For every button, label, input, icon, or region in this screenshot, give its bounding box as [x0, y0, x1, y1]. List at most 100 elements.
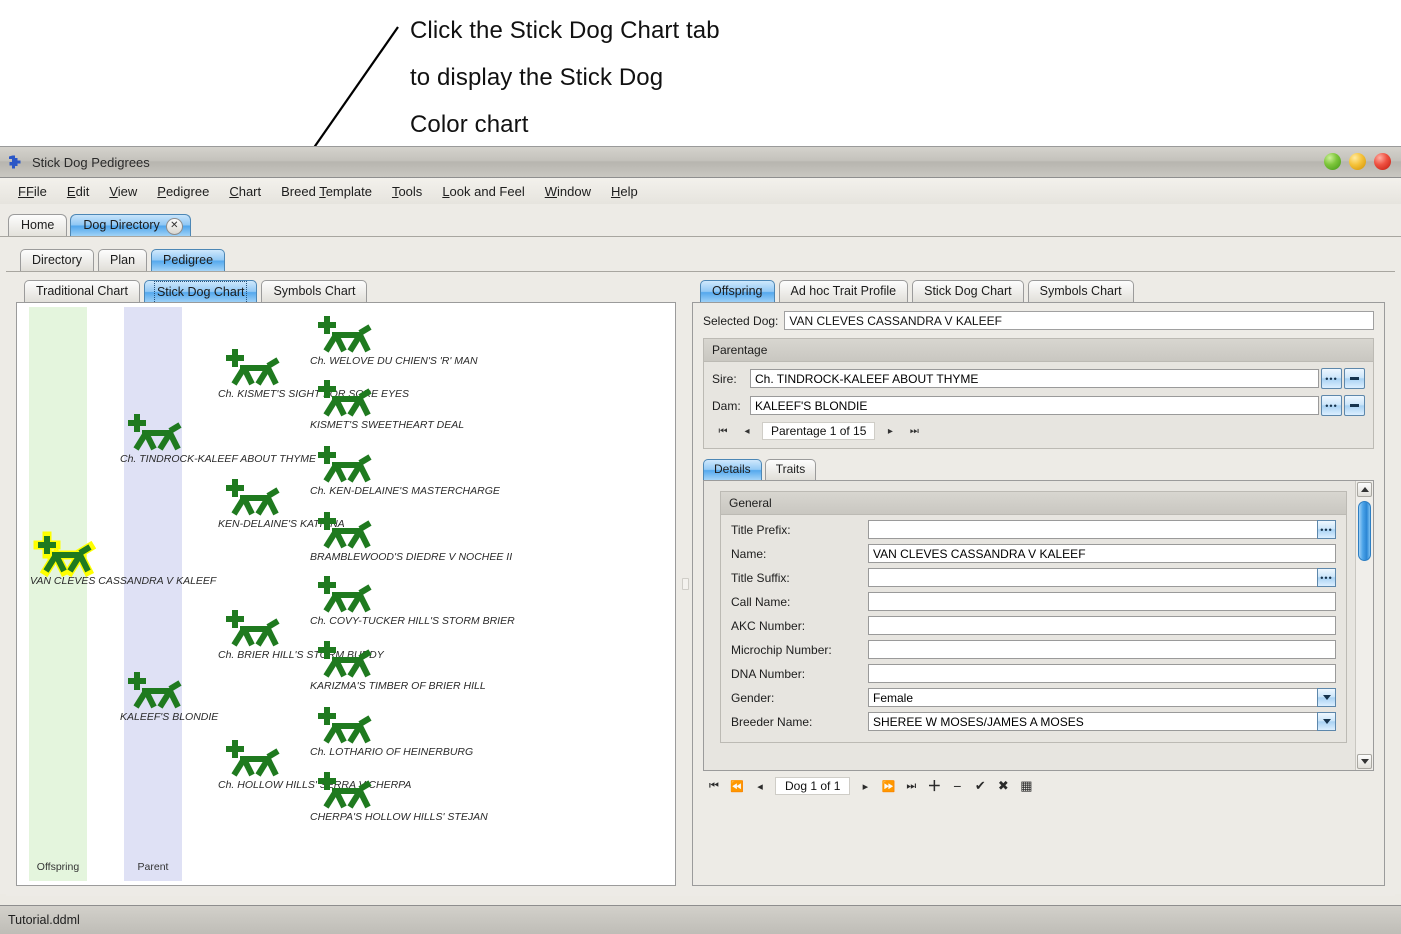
- general-field-input[interactable]: VAN CLEVES CASSANDRA V KALEEF: [868, 544, 1336, 563]
- field-browse-button[interactable]: •••: [1317, 520, 1336, 539]
- field-browse-button[interactable]: •••: [1317, 568, 1336, 587]
- details-vertical-scrollbar[interactable]: [1355, 481, 1373, 770]
- general-field-input[interactable]: [868, 568, 1318, 587]
- stick-dog-node[interactable]: KARIZMA'S TIMBER OF BRIER HILL: [310, 636, 378, 687]
- tab-traditional-chart[interactable]: Traditional Chart: [24, 280, 140, 303]
- stick-dog-node[interactable]: Ch. WELOVE DU CHIEN'S 'R' MAN: [310, 311, 378, 362]
- tab-symbols-chart[interactable]: Symbols Chart: [261, 280, 367, 303]
- tab-ad-hoc-trait-profile[interactable]: Ad hoc Trait Profile: [779, 280, 909, 303]
- chevron-down-icon[interactable]: [1317, 712, 1336, 731]
- record-commit-button[interactable]: ✔: [969, 777, 991, 795]
- split-divider[interactable]: [676, 280, 692, 886]
- tab-details[interactable]: Details: [703, 459, 762, 480]
- minimize-button[interactable]: [1324, 153, 1341, 170]
- tab-plan[interactable]: Plan: [98, 249, 147, 271]
- chevron-down-icon[interactable]: [1317, 688, 1336, 707]
- general-field-input[interactable]: SHEREE W MOSES/JAMES A MOSES: [868, 712, 1318, 731]
- chart-tab-strip: Traditional Chart Stick Dog Chart Symbol…: [16, 280, 676, 303]
- close-button[interactable]: [1374, 153, 1391, 170]
- tab-stick-dog-chart-label: Stick Dog Chart: [154, 281, 248, 304]
- menu-look-and-feel[interactable]: Look and Feel: [432, 181, 534, 202]
- selected-dog-label: Selected Dog:: [703, 314, 778, 328]
- general-field-row: Microchip Number:: [731, 640, 1336, 659]
- selected-dog-input[interactable]: VAN CLEVES CASSANDRA V KALEEF: [784, 311, 1374, 330]
- stick-dog-node[interactable]: Ch. KISMET'S SIGHT FOR SORE EYES: [218, 344, 286, 395]
- annotation-line-1: Click the Stick Dog Chart tab: [410, 17, 720, 45]
- tab-detail-symbols-chart[interactable]: Symbols Chart: [1028, 280, 1134, 303]
- stick-dog-node[interactable]: KEN-DELAINE'S KATRINA: [218, 474, 286, 525]
- general-field-input[interactable]: [868, 520, 1318, 539]
- dam-clear-button[interactable]: [1344, 395, 1365, 416]
- doc-tab-dog-directory[interactable]: Dog Directory ✕: [70, 214, 190, 236]
- sire-browse-button[interactable]: •••: [1321, 368, 1342, 389]
- stick-dog-node[interactable]: Ch. TINDROCK-KALEEF ABOUT THYME: [120, 409, 188, 460]
- stick-dog-node[interactable]: Ch. COVY-TUCKER HILL'S STORM BRIER: [310, 571, 378, 622]
- stick-dog-node[interactable]: Ch. LOTHARIO OF HEINERBURG: [310, 702, 378, 753]
- parentage-first-button[interactable]: ⏮: [712, 422, 734, 440]
- general-field-input[interactable]: Female: [868, 688, 1318, 707]
- menu-tools[interactable]: Tools: [382, 181, 432, 202]
- record-cancel-button[interactable]: ✖: [992, 777, 1014, 795]
- general-field-input[interactable]: [868, 616, 1336, 635]
- sire-input[interactable]: Ch. TINDROCK-KALEEF ABOUT THYME: [750, 369, 1319, 388]
- scrollbar-thumb[interactable]: [1358, 501, 1371, 561]
- stick-dog-chart-canvas[interactable]: Offspring Parent: [16, 302, 676, 886]
- sire-clear-button[interactable]: [1344, 368, 1365, 389]
- menu-window[interactable]: Window: [535, 181, 601, 202]
- stick-dog-node-label: Ch. WELOVE DU CHIEN'S 'R' MAN: [310, 355, 478, 367]
- record-fast-next-button[interactable]: ⏩: [877, 777, 899, 795]
- stick-dog-node[interactable]: KISMET'S SWEETHEART DEAL: [310, 375, 378, 426]
- record-next-button[interactable]: ▸: [854, 777, 876, 795]
- sire-label: Sire:: [712, 372, 750, 386]
- menu-chart[interactable]: Chart: [219, 181, 271, 202]
- stick-dog-node[interactable]: CHERPA'S HOLLOW HILLS' STEJAN: [310, 767, 378, 818]
- record-grid-button[interactable]: ▦: [1015, 777, 1037, 795]
- tab-traits[interactable]: Traits: [765, 459, 817, 480]
- record-prev-button[interactable]: ◂: [749, 777, 771, 795]
- menu-edit[interactable]: Edit: [57, 181, 99, 202]
- stick-dog-node[interactable]: BRAMBLEWOOD'S DIEDRE V NOCHEE II: [310, 507, 378, 558]
- chart-column-offspring: Offspring: [29, 307, 87, 881]
- parentage-next-button[interactable]: ▸: [879, 422, 901, 440]
- tab-pedigree[interactable]: Pedigree: [151, 249, 225, 271]
- stick-dog-node[interactable]: Ch. KEN-DELAINE'S MASTERCHARGE: [310, 441, 378, 492]
- general-field-input[interactable]: [868, 592, 1336, 611]
- dam-browse-button[interactable]: •••: [1321, 395, 1342, 416]
- stick-dog-node[interactable]: Ch. HOLLOW HILLS' SERRA V CHERPA: [218, 735, 286, 786]
- detail-pane: Offspring Ad hoc Trait Profile Stick Dog…: [692, 280, 1385, 886]
- dam-input[interactable]: KALEEF'S BLONDIE: [750, 396, 1319, 415]
- general-field-row: AKC Number:: [731, 616, 1336, 635]
- menu-view[interactable]: View: [99, 181, 147, 202]
- maximize-button[interactable]: [1349, 153, 1366, 170]
- split-divider-grip[interactable]: [682, 578, 689, 590]
- menu-pedigree[interactable]: Pedigree: [147, 181, 219, 202]
- close-icon[interactable]: ✕: [166, 218, 183, 235]
- stick-dog-node[interactable]: Ch. BRIER HILL'S STORM BUDDY: [218, 605, 286, 656]
- parentage-prev-button[interactable]: ◂: [736, 422, 758, 440]
- tab-detail-stick-dog-chart[interactable]: Stick Dog Chart: [912, 280, 1024, 303]
- record-fast-prev-button[interactable]: ⏪: [726, 777, 748, 795]
- record-navigator: ⏮ ⏪ ◂ Dog 1 of 1 ▸ ⏩ ⏭ ＋ − ✔ ✖: [703, 777, 1384, 795]
- general-field-input[interactable]: [868, 640, 1336, 659]
- record-remove-button[interactable]: −: [946, 777, 968, 795]
- scroll-down-icon[interactable]: [1357, 754, 1372, 769]
- general-field-row: Title Prefix:•••: [731, 520, 1336, 539]
- record-first-button[interactable]: ⏮: [703, 777, 725, 795]
- menu-help[interactable]: Help: [601, 181, 648, 202]
- record-add-button[interactable]: ＋: [923, 777, 945, 795]
- parentage-last-button[interactable]: ⏭: [903, 422, 925, 440]
- general-field-input[interactable]: [868, 664, 1336, 683]
- tab-stick-dog-chart[interactable]: Stick Dog Chart: [144, 280, 258, 303]
- doc-tab-home[interactable]: Home: [8, 214, 67, 236]
- menu-file[interactable]: FFile: [8, 181, 57, 202]
- menu-breed-template[interactable]: Breed Template: [271, 181, 382, 202]
- tab-directory[interactable]: Directory: [20, 249, 94, 271]
- stick-dog-node[interactable]: KALEEF'S BLONDIE: [120, 667, 188, 718]
- annotation-line-3: Color chart: [410, 111, 528, 139]
- tab-offspring[interactable]: Offspring: [700, 280, 775, 303]
- scroll-up-icon[interactable]: [1357, 482, 1372, 497]
- stick-dog-node[interactable]: VAN CLEVES CASSANDRA V KALEEF: [30, 531, 98, 582]
- chart-column-offspring-label: Offspring: [29, 861, 87, 873]
- record-last-button[interactable]: ⏭: [900, 777, 922, 795]
- tab-plan-label: Plan: [110, 253, 135, 267]
